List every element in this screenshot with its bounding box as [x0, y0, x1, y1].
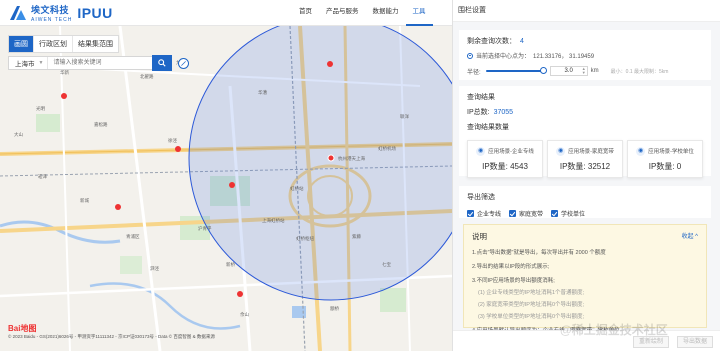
export-filter-title: 导出筛选 — [467, 194, 495, 201]
search-input[interactable] — [47, 57, 152, 69]
school-icon: ◉ — [636, 146, 646, 156]
watermark: @稀土掘金技术社区 — [560, 323, 668, 337]
checkbox-checked-icon — [551, 210, 559, 217]
city-selector[interactable]: 上海市 — [9, 58, 39, 68]
map-label: 华新 — [60, 69, 69, 76]
radius-slider[interactable] — [485, 67, 547, 74]
instruction-subline: (3) 学校单位类型的IP地址消耗0个导出额度; — [478, 314, 585, 320]
product-name: IPUU — [77, 5, 113, 21]
map-label: 崧泽 — [38, 173, 47, 180]
radius-control: 半径: 3.0 ▲ ▼ km 最小：0.1 最大限制：5km — [467, 66, 669, 76]
fence-settings-panel: 围栏设置 剩余查询次数： 4 当前选择中心点为： 121.33176， 31.19… — [452, 0, 720, 351]
checkbox-checked-icon — [509, 210, 517, 217]
ip-total: IP总数: 37055 — [467, 109, 514, 116]
export-filter-card: 导出筛选 企业专线 家庭宽带 学校单位 — [459, 186, 711, 218]
map-copyright: © 2023 Baidu - GS(2021)6026号 - 甲测资字11111… — [8, 334, 215, 339]
slider-thumb[interactable] — [539, 67, 547, 74]
instruction-line: 2.导出的结果以IP段的形式展示; — [472, 264, 550, 270]
map-canvas[interactable]: 九亭 杭州港天上海 北翟路 华新 光明 徐泾 嘉松路 沪青平 青浦区 崧泽 新城… — [0, 26, 452, 351]
map-label: 联洋 — [400, 113, 409, 120]
nav-item-products[interactable]: 产品与服务 — [319, 0, 366, 26]
center-coordinates: 121.33176， 31.19459 — [533, 54, 595, 60]
map-label: 青浦区 — [126, 233, 140, 240]
map-label: 虹桥枢纽 — [296, 235, 314, 242]
map-label: 新城 — [80, 197, 89, 204]
query-settings-card: 剩余查询次数： 4 当前选择中心点为： 121.33176， 31.19459 半… — [459, 30, 711, 80]
stat-home: ◉ 应用场景-家庭宽带 IP数量: 32512 — [547, 140, 623, 178]
remaining-count: 4 — [520, 38, 524, 45]
tab-result-range[interactable]: 结果集范围 — [73, 36, 118, 52]
search-button[interactable] — [152, 55, 172, 71]
map-label: 颛桥 — [330, 305, 339, 312]
checkbox-enterprise[interactable]: 企业专线 — [467, 209, 501, 218]
enterprise-icon: ◉ — [476, 146, 486, 156]
export-checkboxes: 企业专线 家庭宽带 学校单位 — [467, 209, 703, 218]
map-label: 华漕 — [258, 89, 267, 96]
nav-item-home[interactable]: 首页 — [292, 0, 319, 26]
brand-logo[interactable]: 埃文科技 AIWEN TECH IPUU — [8, 3, 113, 23]
stat-value: 0 — [676, 161, 682, 171]
map-label: 嘉松路 — [94, 121, 108, 128]
map-label: 七宝 — [382, 261, 391, 267]
collapse-toggle[interactable]: 收起 ^ — [682, 231, 698, 240]
map-label: 新桥 — [226, 261, 235, 268]
instruction-subline: (2) 家庭宽带类型的IP地址消耗0个导出额度; — [478, 302, 585, 308]
instructions-box: 说明 收起 ^ 1.点击"导出数据"就是导出，每次导出并有 2000 个额度 2… — [463, 224, 707, 334]
stepper-icon: ▲ ▼ — [581, 66, 586, 75]
panel-title: 围栏设置 — [453, 0, 720, 22]
map-label: 大山 — [14, 131, 23, 138]
home-broadband-icon: ◉ — [556, 146, 566, 156]
map-tool-tabs: 画圆 行政区划 结果集范围 — [8, 35, 119, 53]
checkbox-school[interactable]: 学校单位 — [551, 209, 585, 218]
export-data-button[interactable]: 导出数据 — [677, 336, 714, 348]
stat-school: ◉ 应用场景-学校单位 IP数量: 0 — [627, 140, 703, 178]
map-label: 光明 — [36, 105, 45, 112]
map-label: 虹桥站 — [290, 185, 304, 192]
checkbox-checked-icon — [467, 210, 474, 217]
map-label: 北翟路 — [140, 73, 154, 80]
tab-admin-region[interactable]: 行政区划 — [34, 36, 73, 52]
nav-item-data[interactable]: 数据能力 — [366, 0, 406, 26]
map-label: 紫藤 — [352, 233, 361, 240]
map-label: 泗泾 — [150, 265, 159, 272]
brand-name-cn: 埃文科技 — [31, 5, 70, 15]
baidu-map-logo: Bai地图 — [8, 324, 37, 333]
instruction-line: 3.不同IP应用场景的导出额度消耗; — [472, 278, 555, 284]
instruction-subline: (1) 企业专线类型的IP地址消耗1个普通额度; — [478, 290, 585, 296]
radius-tip: 最小：0.1 最大限制：5km — [610, 68, 669, 75]
result-title: 查询结果 — [467, 94, 495, 101]
remaining-queries: 剩余查询次数： 4 — [467, 38, 524, 45]
tab-draw-circle[interactable]: 画圆 — [9, 36, 34, 52]
ip-total-value: 37055 — [493, 109, 514, 116]
center-point: 当前选择中心点为： 121.33176， 31.19459 — [467, 51, 703, 60]
main-nav: 首页 产品与服务 数据能力 工具 — [292, 0, 433, 26]
map-background: 九亭 杭州港天上海 北翟路 华新 光明 徐泾 嘉松路 沪青平 青浦区 崧泽 新城… — [0, 26, 452, 351]
brand-name-en: AIWEN TECH — [31, 17, 73, 23]
query-result-card: 查询结果 IP总数: 37055 查询结果数量 ◉ 应用场景-企业专线 IP数量: … — [459, 86, 711, 178]
locate-icon[interactable] — [178, 58, 189, 69]
nav-item-tools[interactable]: 工具 — [405, 0, 433, 26]
map-label: 佘山 — [240, 311, 249, 318]
map-label: 虹桥机场 — [378, 145, 396, 152]
radius-input[interactable]: 3.0 ▲ ▼ — [549, 66, 588, 76]
map-label: 徐泾 — [168, 137, 177, 144]
stat-value: 4543 — [510, 161, 528, 171]
search-icon — [158, 59, 166, 67]
stat-value: 32512 — [587, 161, 611, 171]
result-count-label: 查询结果数量 — [467, 124, 509, 131]
map-search-bar: 上海市 ▼ — [8, 55, 172, 71]
instructions-title: 说明 — [472, 232, 487, 241]
map-label: 杭州港天上海 — [338, 155, 365, 162]
map-label: 沪青平 — [198, 225, 212, 232]
logo-mark-icon — [8, 5, 28, 21]
radio-icon[interactable] — [467, 52, 473, 59]
instruction-line: 1.点击"导出数据"就是导出，每次导出并有 2000 个额度 — [472, 250, 606, 256]
stats-row: ◉ 应用场景-企业专线 IP数量: 4543 ◉ 应用场景-家庭宽带 IP数量: 3… — [467, 140, 703, 178]
stat-enterprise: ◉ 应用场景-企业专线 IP数量: 4543 — [467, 140, 543, 178]
chevron-down-icon[interactable]: ▼ — [39, 60, 44, 66]
checkbox-home[interactable]: 家庭宽带 — [509, 209, 543, 218]
map-label: 上海虹桥站 — [262, 217, 285, 224]
